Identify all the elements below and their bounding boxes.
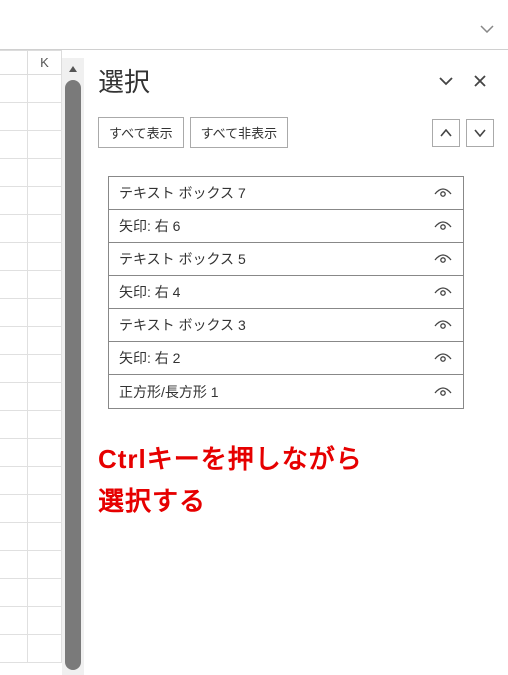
worksheet-left-gutter: K xyxy=(0,50,62,675)
chevron-down-icon xyxy=(438,76,454,86)
grid-cell[interactable] xyxy=(28,383,62,411)
grid-cell[interactable] xyxy=(28,75,62,103)
show-all-button[interactable]: すべて表示 xyxy=(98,117,184,148)
object-label: 矢印: 右 4 xyxy=(119,282,433,302)
object-row[interactable]: テキスト ボックス 5 xyxy=(109,243,463,276)
visibility-icon[interactable] xyxy=(433,220,453,232)
object-row[interactable]: 矢印: 右 6 xyxy=(109,210,463,243)
object-list: テキスト ボックス 7 矢印: 右 6 テキスト ボックス 5 矢印: 右 4 … xyxy=(108,176,464,409)
chevron-up-icon xyxy=(440,129,452,137)
grid-cell[interactable] xyxy=(0,607,28,635)
grid-cell[interactable] xyxy=(28,439,62,467)
visibility-icon[interactable] xyxy=(433,352,453,364)
grid-cell[interactable] xyxy=(0,439,28,467)
visibility-icon[interactable] xyxy=(433,386,453,398)
move-up-button[interactable] xyxy=(432,119,460,147)
object-row[interactable]: テキスト ボックス 7 xyxy=(109,177,463,210)
grid-cell[interactable] xyxy=(28,635,62,663)
visibility-icon[interactable] xyxy=(433,253,453,265)
grid-cell[interactable] xyxy=(28,467,62,495)
grid-cell[interactable] xyxy=(28,243,62,271)
object-row[interactable]: 矢印: 右 4 xyxy=(109,276,463,309)
visibility-icon[interactable] xyxy=(433,319,453,331)
scrollbar-thumb[interactable] xyxy=(65,80,81,670)
worksheet-rows xyxy=(0,75,62,663)
object-row[interactable]: 正方形/長方形 1 xyxy=(109,375,463,408)
object-label: 矢印: 右 6 xyxy=(119,216,433,236)
grid-cell[interactable] xyxy=(28,299,62,327)
object-label: テキスト ボックス 7 xyxy=(119,183,433,203)
col-header-blank[interactable] xyxy=(0,51,28,74)
grid-cell[interactable] xyxy=(28,187,62,215)
grid-cell[interactable] xyxy=(0,523,28,551)
grid-cell[interactable] xyxy=(0,635,28,663)
grid-cell[interactable] xyxy=(0,327,28,355)
grid-cell[interactable] xyxy=(28,523,62,551)
grid-cell[interactable] xyxy=(0,495,28,523)
grid-cell[interactable] xyxy=(0,131,28,159)
object-row[interactable]: テキスト ボックス 3 xyxy=(109,309,463,342)
pane-collapse-button[interactable] xyxy=(432,67,460,95)
annotation-line2: 選択する xyxy=(98,481,494,523)
grid-cell[interactable] xyxy=(28,579,62,607)
grid-cell[interactable] xyxy=(0,75,28,103)
grid-cell[interactable] xyxy=(0,355,28,383)
vertical-scrollbar[interactable] xyxy=(62,58,84,675)
grid-cell[interactable] xyxy=(28,271,62,299)
pane-title: 選択 xyxy=(98,62,426,99)
grid-cell[interactable] xyxy=(28,411,62,439)
grid-cell[interactable] xyxy=(0,187,28,215)
grid-cell[interactable] xyxy=(0,271,28,299)
grid-cell[interactable] xyxy=(28,103,62,131)
object-row[interactable]: 矢印: 右 2 xyxy=(109,342,463,375)
hide-all-button[interactable]: すべて非表示 xyxy=(190,117,289,148)
grid-cell[interactable] xyxy=(28,495,62,523)
object-label: テキスト ボックス 5 xyxy=(119,249,433,269)
grid-cell[interactable] xyxy=(0,243,28,271)
selection-pane: 選択 すべて表示 すべて非表示 テキスト ボックス 7 矢印: 右 6 xyxy=(84,50,508,675)
grid-cell[interactable] xyxy=(28,327,62,355)
formula-bar-area xyxy=(0,0,508,50)
object-label: テキスト ボックス 3 xyxy=(119,315,433,335)
chevron-down-icon[interactable] xyxy=(480,25,494,33)
annotation-line1: Ctrlキーを押しながら xyxy=(98,439,494,481)
visibility-icon[interactable] xyxy=(433,187,453,199)
grid-cell[interactable] xyxy=(0,383,28,411)
grid-cell[interactable] xyxy=(28,355,62,383)
grid-cell[interactable] xyxy=(0,299,28,327)
move-down-button[interactable] xyxy=(466,119,494,147)
grid-cell[interactable] xyxy=(0,215,28,243)
pane-close-button[interactable] xyxy=(466,67,494,95)
grid-cell[interactable] xyxy=(28,551,62,579)
object-label: 正方形/長方形 1 xyxy=(119,382,433,402)
scroll-up-arrow-icon[interactable] xyxy=(62,60,84,78)
grid-cell[interactable] xyxy=(28,607,62,635)
grid-cell[interactable] xyxy=(0,467,28,495)
grid-cell[interactable] xyxy=(28,159,62,187)
grid-cell[interactable] xyxy=(0,103,28,131)
grid-cell[interactable] xyxy=(0,159,28,187)
grid-cell[interactable] xyxy=(0,551,28,579)
object-label: 矢印: 右 2 xyxy=(119,348,433,368)
close-icon xyxy=(473,74,487,88)
grid-cell[interactable] xyxy=(0,579,28,607)
grid-cell[interactable] xyxy=(28,131,62,159)
visibility-icon[interactable] xyxy=(433,286,453,298)
col-header-k[interactable]: K xyxy=(28,51,62,74)
annotation-text: Ctrlキーを押しながら 選択する xyxy=(98,439,494,522)
chevron-down-icon xyxy=(474,129,486,137)
grid-cell[interactable] xyxy=(0,411,28,439)
grid-cell[interactable] xyxy=(28,215,62,243)
